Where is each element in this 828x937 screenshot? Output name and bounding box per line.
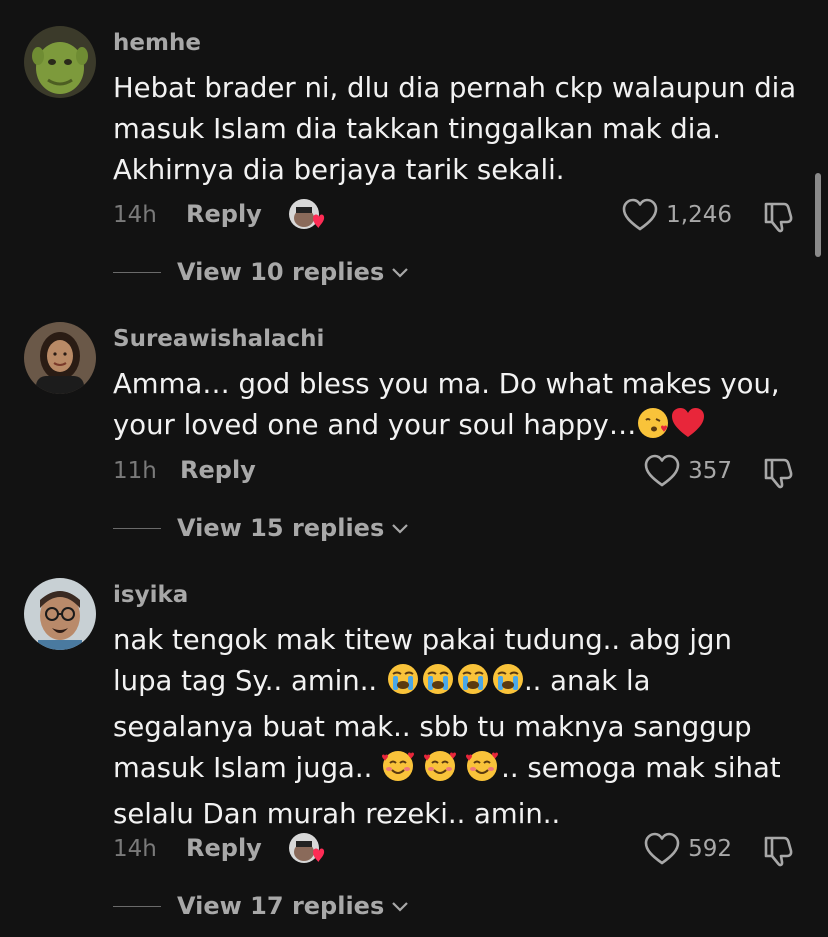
comment-username[interactable]: Sureawishalachi: [113, 326, 324, 352]
like-count: 592: [688, 836, 732, 862]
view-replies-button[interactable]: View 17 replies: [113, 892, 410, 920]
comment-text-line: masuk Islam juga.. .. semoga mak sihat: [113, 748, 813, 794]
divider-line: [113, 905, 161, 907]
creator-liked-badge: [288, 198, 326, 232]
comment-text-line: segalanya buat mak.. sbb tu maknya sangg…: [113, 711, 752, 743]
divider-line: [113, 527, 161, 529]
comment-text-segment: .. semoga mak sihat: [501, 752, 781, 784]
thumbs-down-icon: [764, 202, 793, 233]
comment-text-line: selalu Dan murah rezeki.. amin..: [113, 798, 561, 830]
dislike-button[interactable]: [762, 454, 798, 490]
view-replies-label: View 17 replies: [177, 892, 385, 920]
view-replies-label: View 15 replies: [177, 514, 385, 542]
user-avatar[interactable]: [24, 26, 96, 98]
comment-text: Amma… god bless you ma. Do what makes yo…: [113, 364, 813, 451]
heart-outline-icon: [644, 454, 680, 487]
like-count: 1,246: [666, 202, 732, 228]
dislike-button[interactable]: [762, 832, 798, 868]
comment-text: Hebat brader ni, dlu dia pernah ckp wala…: [113, 72, 797, 186]
like-button[interactable]: 592: [644, 832, 732, 866]
thumbs-down-icon: [764, 458, 793, 489]
view-replies-button[interactable]: View 15 replies: [113, 514, 410, 542]
green-ogre-avatar-icon: [24, 26, 96, 98]
dislike-button[interactable]: [762, 198, 798, 234]
like-button[interactable]: 357: [644, 454, 732, 488]
man-glasses-avatar-icon: [24, 578, 96, 650]
view-replies-label: View 10 replies: [177, 258, 385, 286]
reply-button[interactable]: Reply: [180, 456, 256, 484]
scrollbar[interactable]: [815, 173, 821, 257]
like-count: 357: [688, 458, 732, 484]
comment-text-segment: lupa tag Sy.. amin..: [113, 665, 378, 697]
user-avatar[interactable]: [24, 322, 96, 394]
comment-text-segment: masuk Islam juga..: [113, 752, 373, 784]
kiss-emoji-icon: [637, 407, 669, 451]
chevron-down-icon: [392, 268, 409, 278]
divider-line: [113, 271, 161, 273]
chevron-down-icon: [392, 902, 409, 912]
comment-username[interactable]: isyika: [113, 582, 188, 608]
comment-text-segment: .. anak la: [523, 665, 651, 697]
loudly-crying-emoji-icon: [387, 663, 523, 707]
comment-timestamp: 14h: [113, 836, 157, 862]
like-button[interactable]: 1,246: [622, 198, 732, 232]
comment-text-line: nak tengok mak titew pakai tudung.. abg …: [113, 624, 732, 656]
view-replies-button[interactable]: View 10 replies: [113, 258, 410, 286]
user-avatar[interactable]: [24, 578, 96, 650]
creator-liked-badge: [288, 832, 326, 866]
chevron-down-icon: [392, 524, 409, 534]
comment-text: nak tengok mak titew pakai tudung.. abg …: [113, 620, 813, 835]
reply-button[interactable]: Reply: [186, 200, 262, 228]
comment-username[interactable]: hemhe: [113, 30, 201, 56]
comment-timestamp: 11h: [113, 458, 157, 484]
heart-outline-icon: [644, 832, 680, 865]
comment-timestamp: 14h: [113, 202, 157, 228]
heart-outline-icon: [622, 198, 658, 231]
comment-text-line: lupa tag Sy.. amin.. .. anak la: [113, 661, 813, 707]
thumbs-down-icon: [764, 836, 793, 867]
smiling-hearts-emoji-icon: [382, 750, 500, 794]
red-heart-emoji-icon: [671, 407, 705, 451]
woman-avatar-icon: [24, 322, 96, 394]
reply-button[interactable]: Reply: [186, 834, 262, 862]
